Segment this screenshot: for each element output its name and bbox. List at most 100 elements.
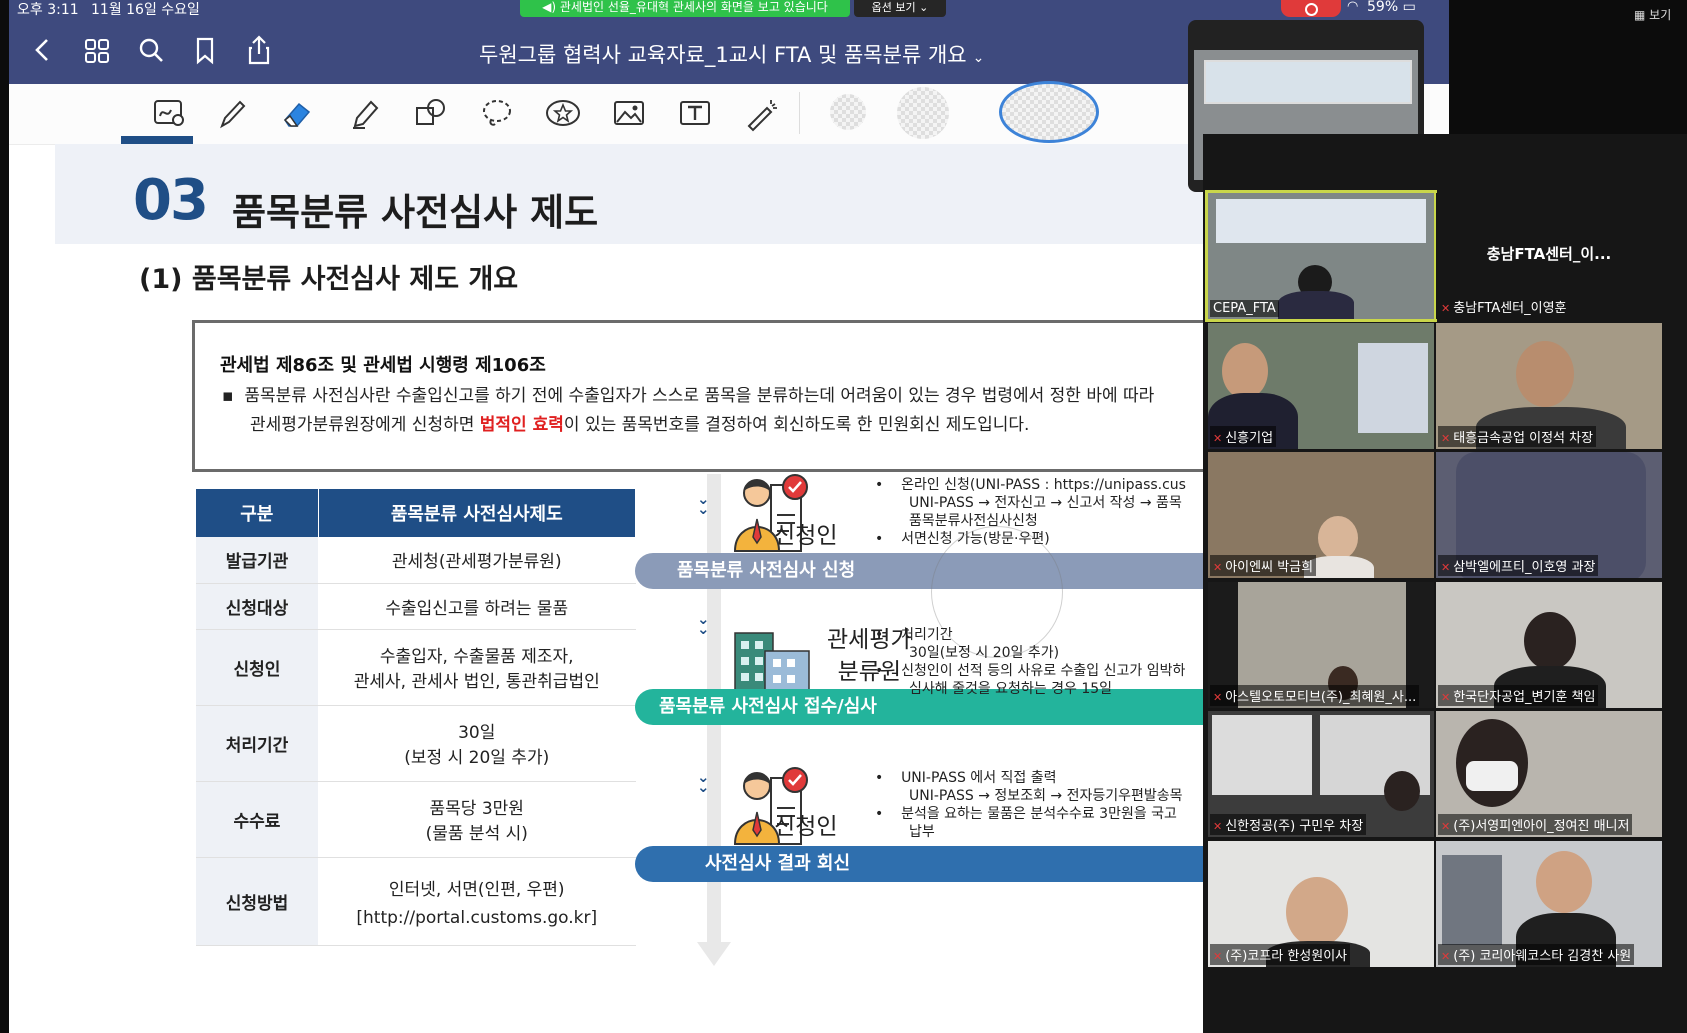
- bookmark-icon[interactable]: [189, 32, 221, 68]
- table-row: 처리기간 30일 (보정 시 20일 추가): [196, 705, 636, 782]
- table-row: 신청인 수출입자, 수출물품 제조자, 관세사, 관세사 법인, 통관취급법인: [196, 629, 636, 706]
- muted-mic-icon: ✕: [1441, 561, 1451, 574]
- participant-tile[interactable]: ✕ 신흥기업: [1208, 323, 1434, 449]
- lasso-tool-icon[interactable]: [477, 94, 517, 132]
- step3-notes: • UNI-PASS 에서 직접 출력 UNI-PASS → 정보조회 → 전자…: [875, 769, 1183, 841]
- participant-head: [1524, 612, 1576, 670]
- laser-pointer-icon[interactable]: [741, 94, 781, 132]
- muted-mic-icon: ✕: [1213, 691, 1223, 704]
- highlighter-tool-icon[interactable]: [345, 94, 385, 132]
- slide-title: 품목분류 사전심사 제도: [232, 191, 599, 234]
- participant-tile[interactable]: CEPA_FTA: [1205, 190, 1437, 322]
- participant-name: ✕ 아스텔오토모티브(주)_최혜원_사...: [1210, 685, 1420, 706]
- table-header-category: 구분: [196, 489, 319, 537]
- participant-tile[interactable]: ✕ 신한정공(주) 구민우 차장: [1208, 711, 1434, 837]
- chevron-down-icon: ⌄ ⌄: [697, 610, 710, 638]
- participant-name: ✕ 삼박엘에프티_이호영 과장: [1438, 555, 1599, 576]
- grid-view-icon[interactable]: [81, 32, 113, 68]
- view-options-button[interactable]: 옵션 보기 ⌄: [854, 0, 946, 17]
- note-line: • 신청인이 선적 등의 사유로 수출입 신고가 임박하: [875, 663, 1186, 679]
- participant-name-text: 아이엔씨 박금희: [1225, 560, 1314, 575]
- table-row: 신청대상 수출입신고를 하려는 물품: [196, 583, 636, 630]
- participant-tile[interactable]: ✕ (주)코프라 한성원이사: [1208, 841, 1434, 967]
- text-tool-icon[interactable]: [675, 94, 715, 132]
- participant-tile[interactable]: ✕ (주)서영피엔아이_정여진 매니저: [1436, 711, 1662, 837]
- pen-size-medium[interactable]: [897, 87, 949, 139]
- step3-actor: 신청인: [774, 814, 838, 840]
- participant-name: CEPA_FTA: [1210, 300, 1279, 317]
- table-cell-text: 수출입자, 수출물품 제조자,: [379, 647, 574, 667]
- table-cell-text: (보정 시 20일 추가): [404, 748, 550, 768]
- face-mask: [1466, 761, 1518, 791]
- participant-tile[interactable]: ✕ 삼박엘에프티_이호영 과장: [1436, 452, 1662, 578]
- sticker-tool-icon[interactable]: [543, 94, 583, 132]
- participant-tile[interactable]: ✕ 아스텔오토모티브(주)_최혜원_사...: [1208, 582, 1434, 708]
- participant-name: ✕ 신흥기업: [1210, 426, 1277, 447]
- muted-mic-icon: ✕: [1213, 820, 1223, 833]
- participant-name-text: 한국단자공업_변기훈 책임: [1453, 690, 1596, 705]
- monitor-screen: [1358, 343, 1428, 433]
- pen-size-small[interactable]: [830, 94, 866, 130]
- participant-name: ✕ (주) 코리아웨코스타 김경찬 사원: [1438, 944, 1635, 965]
- muted-mic-icon: ✕: [1441, 302, 1451, 315]
- table-row-label: 신청방법: [196, 857, 318, 946]
- note-line: 품목분류사전심사신청: [909, 513, 1038, 529]
- participant-name-text: 신흥기업: [1225, 431, 1274, 446]
- muted-mic-icon: ✕: [1441, 691, 1451, 704]
- slide-number: 03: [133, 168, 209, 233]
- note-text: 처리기간: [901, 627, 953, 643]
- chevron-down-icon: ⌄ ⌄: [697, 490, 710, 518]
- law-line-2: 관세평가분류원장에게 신청하면 법적인 효력이 있는 품목번호를 결정하여 회신…: [250, 410, 1029, 435]
- note-line: • 처리기간: [875, 627, 953, 643]
- status-time: 오후 3:11: [17, 2, 79, 18]
- document-title[interactable]: 두원그룹 협력사 교육자료_1교시 FTA 및 품목분류 개요 ⌄: [479, 39, 984, 69]
- table-cell: 인터넷, 서면(인편, 우편) [http://portal.customs.go…: [318, 857, 636, 946]
- wall-poster: [1442, 855, 1502, 945]
- participant-head: [1384, 771, 1420, 811]
- law-line-1: ▪ 품목분류 사전심사란 수출입신고를 하기 전에 수출입자가 스스로 품목을 …: [222, 386, 1155, 406]
- participant-name-text: 삼박엘에프티_이호영 과장: [1453, 560, 1596, 575]
- law-line-2-post: 이 있는 품목번호를 결정하여 회신하도록 한 민원회신 제도입니다.: [563, 415, 1030, 435]
- muted-mic-icon: ✕: [1213, 950, 1223, 963]
- pen-size-large-selected[interactable]: [999, 81, 1099, 143]
- participant-name-text: 아스텔오토모티브(주)_최혜원_사...: [1225, 690, 1417, 705]
- note-line: UNI-PASS → 정보조회 → 전자등기우편발송목: [909, 788, 1183, 804]
- table-cell: 수출입신고를 하려는 물품: [318, 583, 636, 630]
- shapes-tool-icon[interactable]: [411, 94, 451, 132]
- participant-head: [1222, 343, 1268, 399]
- table-row: 신청방법 인터넷, 서면(인편, 우편) [http://portal.custo…: [196, 857, 636, 946]
- image-tool-icon[interactable]: [609, 94, 649, 132]
- step1-actor: 신청인: [774, 523, 838, 549]
- screen-share-text: 관세법인 선율_유대혁 관세사의 화면을 보고 있습니다: [559, 0, 828, 14]
- table-cell: 수출입자, 수출물품 제조자, 관세사, 관세사 법인, 통관취급법인: [318, 629, 636, 706]
- table-row: 발급기관 관세청(관세평가분류원): [196, 537, 636, 584]
- pen-tool-icon[interactable]: [212, 94, 252, 132]
- participant-tile[interactable]: ✕ (주) 코리아웨코스타 김경찬 사원: [1436, 841, 1662, 967]
- note-line: 30일(보정 시 20일 추가): [909, 645, 1060, 661]
- search-icon[interactable]: [135, 32, 167, 68]
- view-toggle-button[interactable]: ▦ 보기: [1634, 6, 1671, 23]
- participant-tile[interactable]: 충남FTA센터_이... ✕ 충남FTA센터_이영훈: [1436, 193, 1662, 319]
- note-text: UNI-PASS 에서 직접 출력: [901, 770, 1057, 786]
- participant-tile[interactable]: ✕ 태흥금속공업 이정석 차장: [1436, 323, 1662, 449]
- eraser-tool-icon[interactable]: [277, 94, 317, 132]
- table-cell-text: 관세사, 관세사 법인, 통관취급법인: [353, 672, 600, 692]
- participant-name-text: 충남FTA센터_이영훈: [1453, 301, 1567, 316]
- chevron-down-icon: ⌄ ⌄: [697, 768, 710, 796]
- share-icon[interactable]: [243, 32, 275, 68]
- note-text: 온라인 신청(UNI-PASS : https://unipass.cus: [901, 477, 1186, 493]
- back-chevron-icon[interactable]: [27, 32, 59, 68]
- participant-tile[interactable]: ✕ 아이엔씨 박금희: [1208, 452, 1434, 578]
- recording-indicator: [1281, 0, 1341, 17]
- muted-mic-icon: ✕: [1213, 432, 1223, 445]
- table-row-label: 신청대상: [196, 583, 318, 630]
- note-text: 신청인이 선적 등의 사유로 수출입 신고가 임박하: [901, 663, 1186, 679]
- lasso-select-icon[interactable]: [149, 94, 189, 132]
- note-line: • UNI-PASS 에서 직접 출력: [875, 770, 1057, 786]
- participant-tile[interactable]: ✕ 한국단자공업_변기훈 책임: [1436, 582, 1662, 708]
- step2-bar-label: 품목분류 사전심사 접수/심사: [659, 696, 877, 717]
- banner-image: [1204, 60, 1412, 104]
- table-cell: 품목당 3만원 (물품 분석 시): [318, 781, 636, 858]
- screen-share-indicator[interactable]: ◀) 관세법인 선율_유대혁 관세사의 화면을 보고 있습니다: [520, 0, 850, 17]
- view-options-label: 옵션 보기: [871, 1, 916, 14]
